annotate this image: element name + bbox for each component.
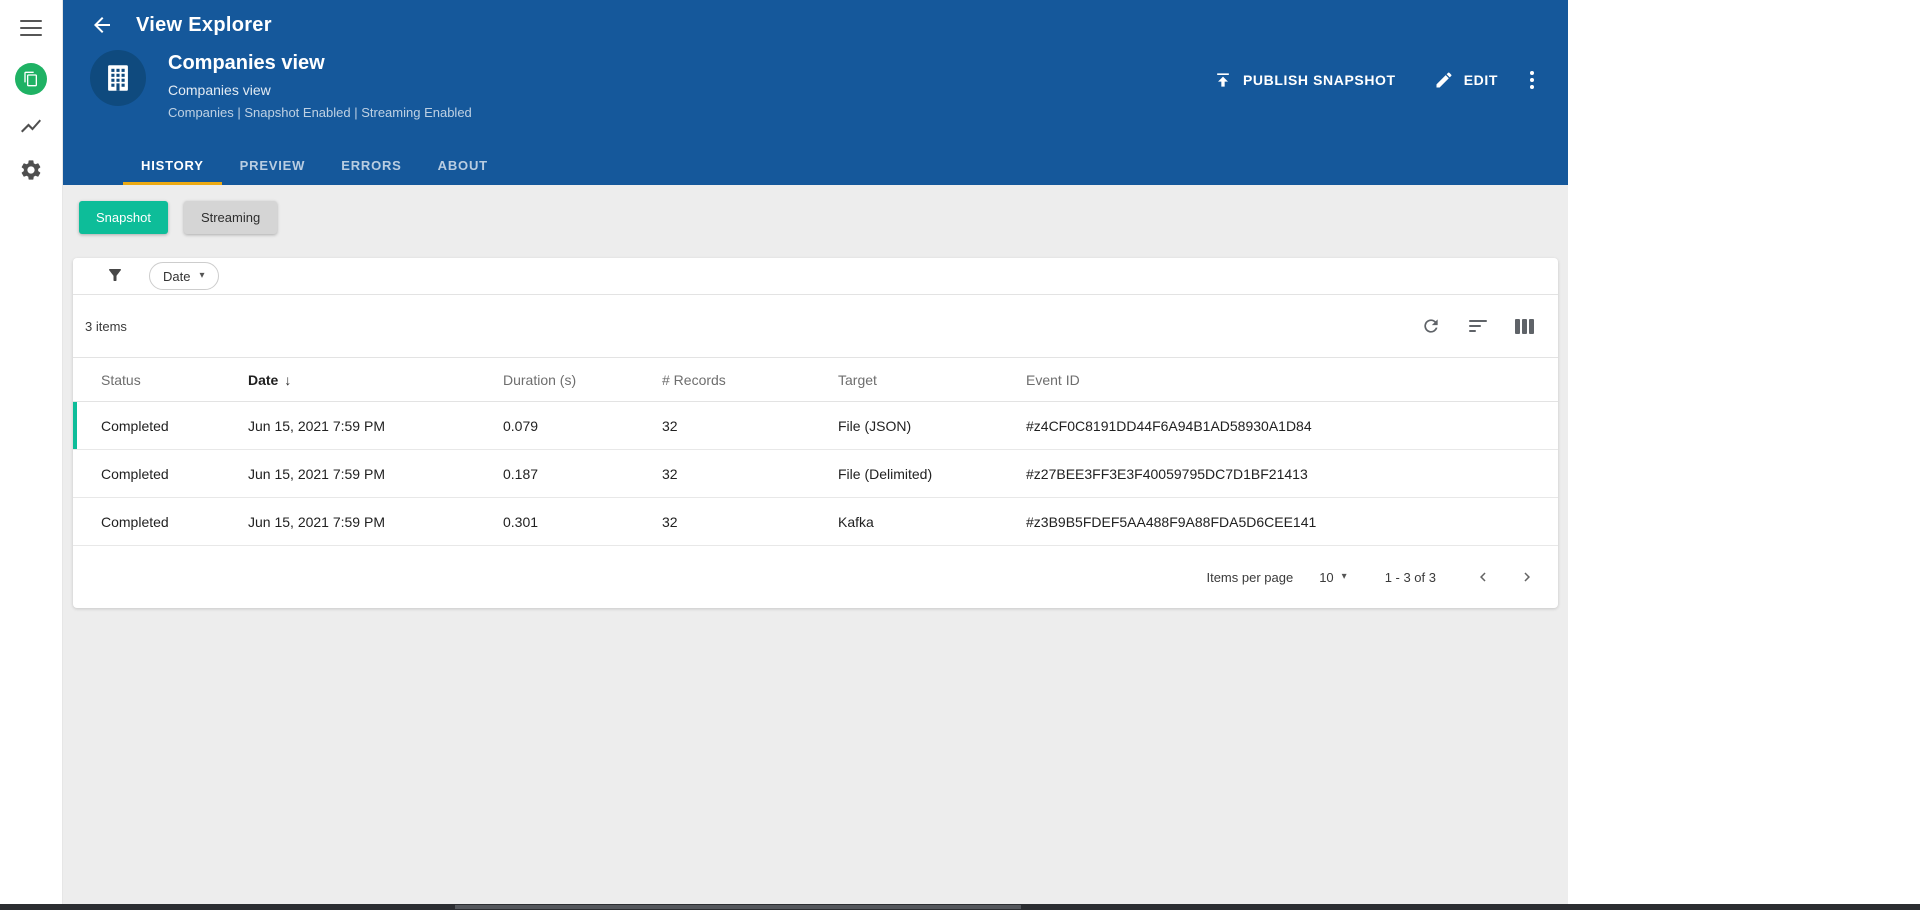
pagination-bar: Items per page 10 ▾ 1 - 3 of 3 [73,546,1558,608]
cell-duration: 0.187 [503,465,539,482]
taskbar-strip [0,904,1920,910]
refresh-icon [1424,319,1438,333]
columns-button[interactable] [1515,318,1534,334]
cell-status: Completed [101,465,169,482]
edit-label: EDIT [1463,72,1498,88]
entity-subtitle: Companies view [168,82,271,98]
history-table: Status Date ↓ Duration (s) # Records Tar… [73,357,1558,546]
table-toolbar: 3 items [73,295,1558,357]
sort-desc-icon: ↓ [284,371,292,388]
gear-icon [21,160,41,180]
entity-meta: Companies | Snapshot Enabled | Streaming… [168,105,472,120]
views-nav-item[interactable] [15,63,47,95]
cell-records: 32 [662,417,678,434]
history-card: Date ▾ 3 items Status Date ↓ Duration (s… [73,258,1558,608]
page-range: 1 - 3 of 3 [1384,569,1436,585]
column-header-duration[interactable]: Duration (s) [503,372,662,388]
date-filter-chip[interactable]: Date ▾ [149,262,219,290]
refresh-button[interactable] [1421,316,1441,336]
cell-event-id: #z4CF0C8191DD44F6A94B1AD58930A1D84 [1026,417,1312,434]
cell-target: File (JSON) [838,417,912,434]
cell-date: Jun 15, 2021 7:59 PM [248,417,385,434]
chevron-left-icon [1480,572,1486,582]
pencil-icon [1436,72,1452,88]
cell-records: 32 [662,465,678,482]
publish-icon [1217,73,1229,87]
mode-toggle-group: Snapshot Streaming [63,185,1568,234]
table-header-row: Status Date ↓ Duration (s) # Records Tar… [73,357,1558,402]
cell-status: Completed [101,417,169,434]
cell-records: 32 [662,513,678,530]
table-row[interactable]: Completed Jun 15, 2021 7:59 PM 0.301 32 … [73,498,1558,546]
cell-duration: 0.301 [503,513,539,530]
per-page-value: 10 [1319,569,1334,585]
cell-target: Kafka [838,513,874,530]
entity-name: Companies view [168,52,325,74]
cell-target: File (Delimited) [838,465,933,482]
publish-snapshot-label: PUBLISH SNAPSHOT [1242,72,1396,88]
column-header-event-id[interactable]: Event ID [1026,372,1558,388]
metrics-nav-item[interactable] [18,113,44,139]
entity-avatar [90,50,146,106]
filter-icon[interactable] [105,266,125,286]
publish-snapshot-button[interactable]: PUBLISH SNAPSHOT [1211,64,1398,96]
streaming-toggle[interactable]: Streaming [183,201,278,234]
more-menu-button[interactable] [1526,67,1538,93]
items-per-page-label: Items per page [1206,569,1294,585]
back-button[interactable] [90,13,114,37]
items-count: 3 items [85,318,127,334]
edit-button[interactable]: EDIT [1432,64,1500,96]
tab-errors[interactable]: ERRORS [323,147,419,185]
app-sidebar [0,0,63,904]
column-header-status[interactable]: Status [101,372,248,388]
snapshot-toggle[interactable]: Snapshot [79,201,168,234]
table-row[interactable]: Completed Jun 15, 2021 7:59 PM 0.079 32 … [73,402,1558,450]
cell-status: Completed [101,513,169,530]
filter-bar: Date ▾ [73,258,1558,295]
per-page-select[interactable]: 10 ▾ [1319,568,1347,587]
column-header-records[interactable]: # Records [662,372,838,388]
column-header-target[interactable]: Target [838,372,1026,388]
table-row[interactable]: Completed Jun 15, 2021 7:59 PM 0.187 32 … [73,450,1558,498]
sort-button[interactable] [1469,320,1487,332]
cell-event-id: #z27BEE3FF3E3F40059795DC7D1BF21413 [1026,465,1308,482]
menu-icon[interactable] [20,20,42,36]
date-filter-label: Date [163,268,191,284]
cell-date: Jun 15, 2021 7:59 PM [248,465,385,482]
next-page-button[interactable] [1512,562,1542,592]
chevron-down-icon: ▾ [1341,571,1347,582]
app-header: View Explorer Companies view Companies v… [63,0,1568,185]
copy-icon [24,71,37,87]
arrow-left-icon [94,17,110,33]
prev-page-button[interactable] [1468,562,1498,592]
page-title: View Explorer [136,13,272,36]
tab-preview[interactable]: PREVIEW [222,147,324,185]
cell-date: Jun 15, 2021 7:59 PM [248,513,385,530]
header-tabs: HISTORY PREVIEW ERRORS ABOUT [123,147,506,185]
building-icon [108,65,128,91]
column-header-date[interactable]: Date ↓ [248,372,503,388]
cell-event-id: #z3B9B5FDEF5AA488F9A88FDA5D6CEE141 [1026,513,1317,530]
chart-icon [21,119,41,133]
settings-nav-item[interactable] [18,157,44,183]
sort-icon [1469,320,1487,332]
history-content: Snapshot Streaming Date ▾ 3 items Status… [63,185,1568,904]
chevron-right-icon [1524,572,1530,582]
chevron-down-icon: ▾ [199,270,205,281]
columns-icon [1515,318,1534,334]
tab-history[interactable]: HISTORY [123,147,222,185]
app-window: View Explorer Companies view Companies v… [63,0,1568,904]
tab-about[interactable]: ABOUT [420,147,506,185]
cell-duration: 0.079 [503,417,539,434]
